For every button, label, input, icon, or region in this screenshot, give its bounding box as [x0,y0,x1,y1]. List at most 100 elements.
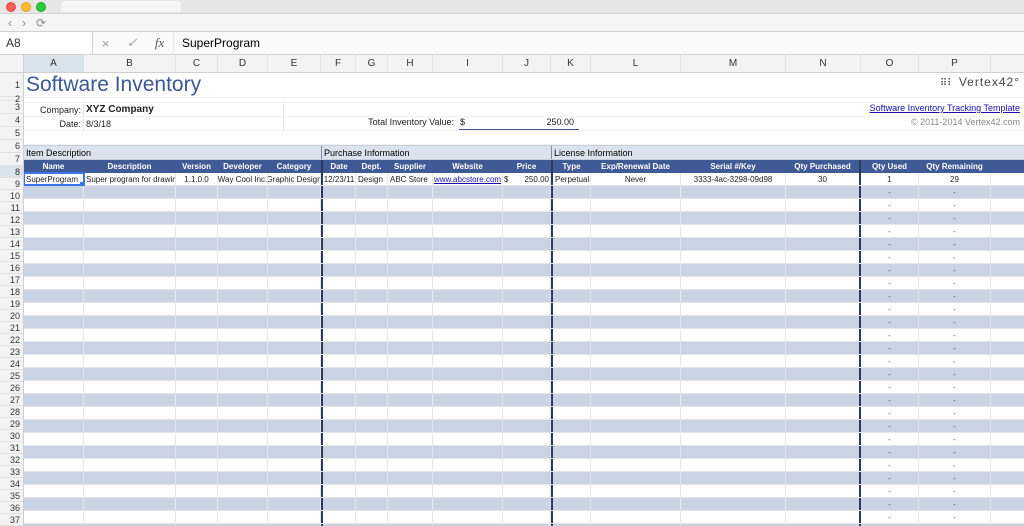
cell[interactable] [84,316,176,328]
cell[interactable] [321,446,356,458]
column-header[interactable]: E [268,55,321,72]
reload-icon[interactable]: ⟳ [36,16,46,30]
cell[interactable] [433,251,503,263]
cell[interactable] [24,277,84,289]
cell[interactable] [388,420,433,432]
cell[interactable] [388,407,433,419]
cell[interactable] [503,290,551,302]
table-row[interactable]: -- [24,368,1024,381]
cell[interactable] [268,186,321,198]
cell[interactable] [321,485,356,497]
cell[interactable] [388,394,433,406]
column-header[interactable]: P [919,55,991,72]
cell[interactable] [681,316,786,328]
row-header[interactable]: 16 [0,262,23,274]
cell[interactable] [503,433,551,445]
cell[interactable] [176,368,218,380]
row-header[interactable]: 20 [0,310,23,322]
cell[interactable] [356,329,388,341]
cell[interactable] [786,420,861,432]
cell[interactable]: - [861,381,919,393]
cell[interactable] [388,381,433,393]
name-box[interactable]: A8 [0,32,93,54]
cell-exp[interactable]: Never [591,173,681,185]
cell[interactable] [591,186,681,198]
cell[interactable] [388,225,433,237]
cell[interactable] [433,238,503,250]
row-header[interactable]: 15 [0,250,23,262]
column-header[interactable]: A [24,55,84,72]
cell[interactable] [84,355,176,367]
cell[interactable] [681,498,786,510]
cell[interactable] [681,368,786,380]
cell[interactable] [356,511,388,523]
cell[interactable] [591,290,681,302]
cell[interactable] [24,251,84,263]
cell[interactable] [591,420,681,432]
cell[interactable] [24,472,84,484]
cell[interactable] [433,368,503,380]
cell[interactable] [786,381,861,393]
cell[interactable] [388,316,433,328]
row-header[interactable]: 27 [0,394,23,406]
cell[interactable] [503,420,551,432]
cell[interactable] [551,225,591,237]
table-row[interactable]: -- [24,511,1024,524]
cell[interactable] [786,264,861,276]
sheet-content[interactable]: Software Inventory ⠿⠇ Vertex42° Company:… [24,73,1024,526]
cell[interactable] [681,381,786,393]
cell[interactable] [433,511,503,523]
cell-date[interactable]: 12/23/11 [321,173,356,185]
cell[interactable] [24,368,84,380]
cell[interactable] [681,303,786,315]
cell[interactable] [786,368,861,380]
cell[interactable] [321,498,356,510]
cell[interactable] [591,264,681,276]
cell[interactable] [84,511,176,523]
cell[interactable] [24,238,84,250]
row-header[interactable]: 30 [0,430,23,442]
cell[interactable] [388,212,433,224]
cell[interactable] [433,225,503,237]
table-row[interactable]: -- [24,316,1024,329]
table-row[interactable]: -- [24,485,1024,498]
table-row[interactable]: SuperProgram Super program for drawing 1… [24,173,1024,186]
cell[interactable]: - [919,225,991,237]
cell[interactable] [24,498,84,510]
cell[interactable] [268,238,321,250]
cell[interactable] [176,251,218,263]
cell[interactable] [786,199,861,211]
cell[interactable] [551,329,591,341]
cell[interactable] [786,316,861,328]
cell[interactable]: - [919,303,991,315]
cell[interactable] [218,433,268,445]
row-header[interactable]: 11 [0,202,23,214]
cell[interactable]: - [861,264,919,276]
cell[interactable] [786,407,861,419]
cell[interactable]: - [919,316,991,328]
cell[interactable] [321,511,356,523]
cell[interactable]: - [919,511,991,523]
cell[interactable] [84,329,176,341]
cell[interactable] [786,433,861,445]
cell[interactable]: - [861,420,919,432]
cell[interactable] [218,264,268,276]
row-header[interactable]: 6 [0,140,23,153]
cell[interactable] [24,316,84,328]
cell[interactable] [218,290,268,302]
cell[interactable] [681,407,786,419]
cell[interactable] [356,212,388,224]
cell[interactable] [218,472,268,484]
cell[interactable] [84,472,176,484]
cell[interactable] [356,264,388,276]
cell[interactable] [681,212,786,224]
cell[interactable] [84,420,176,432]
cell[interactable] [176,303,218,315]
cell[interactable] [503,342,551,354]
cell[interactable] [268,485,321,497]
row-header[interactable]: 17 [0,274,23,286]
cell[interactable] [591,199,681,211]
column-header[interactable]: L [591,55,681,72]
cell[interactable] [388,199,433,211]
row-header[interactable]: 7 [0,153,23,166]
